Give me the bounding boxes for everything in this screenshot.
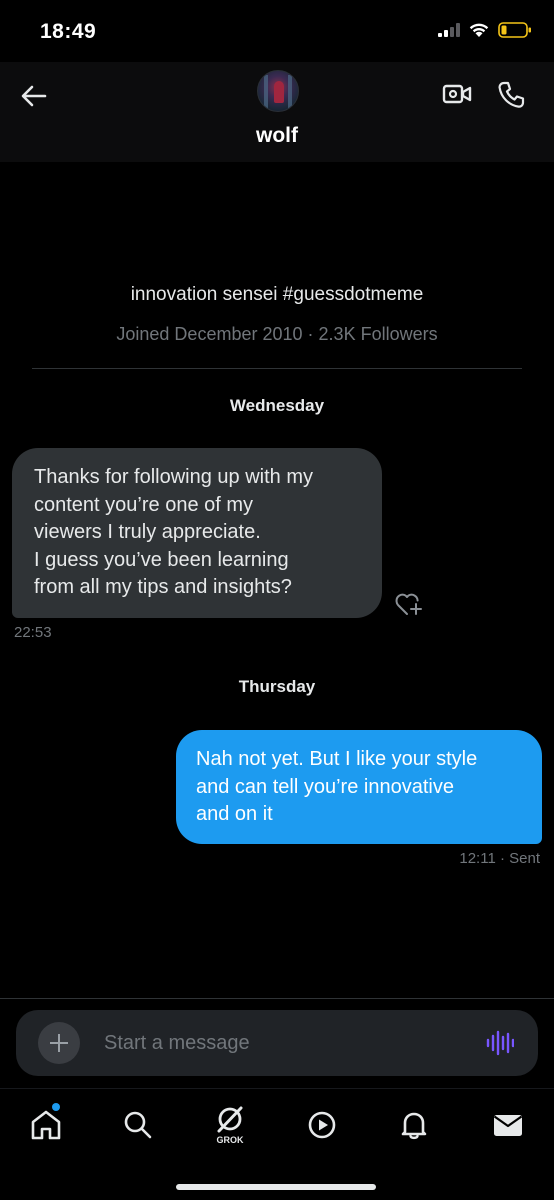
divider bbox=[32, 368, 522, 369]
grok-label: GROK bbox=[216, 1135, 244, 1145]
search-icon[interactable] bbox=[118, 1105, 158, 1145]
composer-divider bbox=[0, 998, 554, 999]
home-notification-dot bbox=[52, 1103, 60, 1111]
day-separator-thursday: Thursday bbox=[238, 677, 316, 696]
mail-icon[interactable] bbox=[488, 1105, 528, 1145]
outgoing-status: · Sent bbox=[499, 850, 540, 867]
video-play-icon[interactable] bbox=[302, 1105, 342, 1145]
incoming-message-bubble[interactable]: Thanks for following up with my content … bbox=[12, 448, 382, 618]
profile-followers[interactable]: 2.3K Followers bbox=[319, 324, 438, 344]
grok-icon bbox=[217, 1106, 243, 1133]
message-line: content you’re one of my bbox=[34, 493, 254, 516]
message-line: and can tell you’re innovative bbox=[196, 775, 454, 798]
outgoing-message-bubble[interactable]: Nah not yet. But I like your style and c… bbox=[176, 730, 542, 844]
avatar[interactable] bbox=[257, 70, 299, 112]
meta-separator: · bbox=[307, 324, 314, 344]
profile-joined: Joined December 2010 bbox=[116, 324, 303, 344]
outgoing-timestamp: 12:11 · Sent bbox=[459, 850, 540, 867]
profile-meta: Joined December 2010 · 2.3K Followers bbox=[0, 324, 554, 345]
message-line: viewers I truly appreciate. bbox=[34, 521, 261, 543]
home-indicator bbox=[176, 1184, 376, 1190]
wifi-icon bbox=[469, 23, 489, 37]
profile-bio: innovation sensei #guessdotmeme bbox=[130, 284, 424, 305]
add-media-button[interactable] bbox=[38, 1022, 80, 1064]
outgoing-time: 12:11 bbox=[459, 850, 496, 867]
message-line: Nah not yet. But I like your style bbox=[196, 748, 478, 770]
message-line: from all my tips and insights? bbox=[34, 576, 292, 598]
message-composer bbox=[16, 1010, 538, 1076]
status-bar: 18:49 bbox=[0, 0, 554, 62]
voice-message-icon[interactable] bbox=[486, 1030, 514, 1056]
day-separator-wednesday: Wednesday bbox=[229, 396, 325, 415]
home-icon[interactable] bbox=[26, 1105, 66, 1145]
cellular-signal-icon bbox=[438, 23, 460, 37]
chat-header: wolf bbox=[0, 62, 554, 162]
video-call-icon[interactable] bbox=[442, 80, 472, 108]
add-reaction-heart-icon[interactable] bbox=[394, 590, 424, 618]
status-icons bbox=[438, 22, 532, 38]
phone-call-icon[interactable] bbox=[496, 80, 526, 110]
battery-low-icon bbox=[498, 22, 531, 38]
message-line: I guess you’ve been learning bbox=[34, 548, 289, 571]
message-line: and on it bbox=[196, 803, 273, 825]
grok-tab[interactable]: GROK bbox=[210, 1105, 250, 1145]
chat-username[interactable]: wolf bbox=[0, 124, 554, 148]
bell-icon[interactable] bbox=[394, 1105, 434, 1145]
status-time: 18:49 bbox=[40, 20, 97, 43]
back-arrow-icon[interactable] bbox=[18, 80, 50, 112]
incoming-timestamp: 22:53 bbox=[14, 624, 52, 641]
message-input[interactable] bbox=[104, 1010, 444, 1076]
message-line: Thanks for following up with my bbox=[34, 466, 314, 488]
